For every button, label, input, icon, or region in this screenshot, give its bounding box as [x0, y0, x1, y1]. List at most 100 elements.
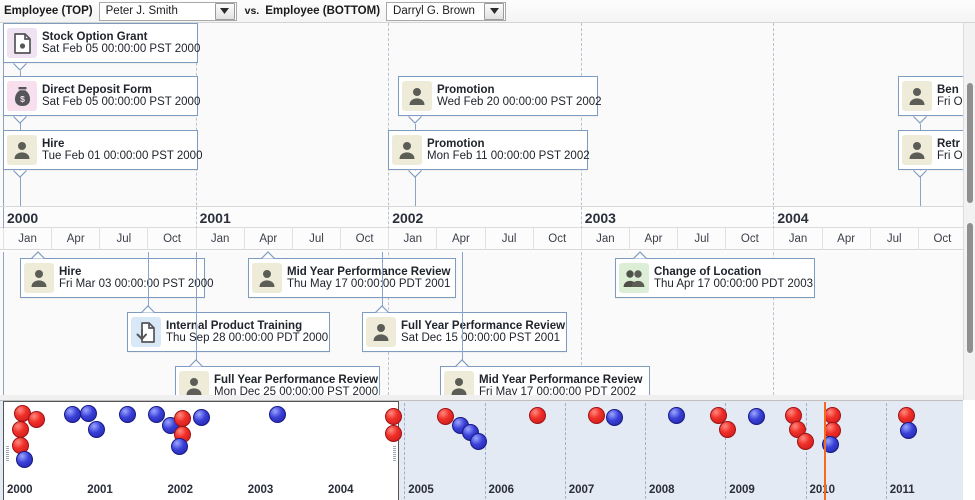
training-icon — [131, 317, 161, 347]
chevron-down-icon[interactable] — [214, 2, 235, 20]
person-icon — [24, 263, 54, 293]
time-axis[interactable]: 2000 2001 2002 2003 2004 Jan Apr Jul Oct Jan Apr J… — [0, 206, 963, 252]
overview-year-label-2004: 2004 — [328, 484, 354, 496]
event-date: Fri Mar 03 00:00:00 PST 2000 — [59, 278, 214, 290]
overview-dot-blue[interactable] — [668, 407, 685, 424]
event-title: Full Year Performance Review — [401, 319, 566, 332]
svg-text:$: $ — [20, 94, 25, 104]
axis-year-label: 2004 — [777, 210, 809, 226]
axis-year-label: 2002 — [392, 210, 424, 226]
event-card-text: Promotion Wed Feb 20 00:00:00 PST 2002 — [437, 84, 602, 108]
event-card[interactable]: Full Year Performance Review Sat Dec 15 0… — [362, 312, 567, 352]
person-icon — [7, 135, 37, 165]
employee-top-select[interactable]: Peter J. Smith — [98, 1, 237, 21]
timeline-comparison-app: Employee (TOP) Peter J. Smith vs. Employ… — [0, 0, 975, 500]
chevron-down-icon[interactable] — [484, 2, 505, 20]
event-title: Hire — [59, 265, 82, 278]
event-card[interactable]: Ben Fri O — [898, 76, 963, 116]
axis-month-2003-Apr: Apr — [628, 228, 677, 250]
event-card[interactable]: Change of Location Thu Apr 17 00:00:00 PD… — [615, 258, 815, 298]
scroll-thumb-upper[interactable] — [967, 83, 973, 203]
overview-dot-blue[interactable] — [900, 422, 917, 439]
card-connector-pointer — [31, 251, 45, 259]
overview-year-label-2008: 2008 — [649, 484, 675, 496]
overview-dot-blue[interactable] — [748, 408, 765, 425]
axis-year-label: 2001 — [199, 210, 231, 226]
event-card-text: Change of Location Thu Apr 17 00:00:00 PD… — [654, 266, 813, 290]
money-bag-icon: $ — [7, 81, 37, 111]
overview-dot-red[interactable] — [385, 408, 402, 425]
overview-dot-blue[interactable] — [193, 409, 210, 426]
event-card[interactable]: Hire Tue Feb 01 00:00:00 PST 2000 — [3, 130, 203, 170]
vertical-scrollbar[interactable] — [963, 23, 975, 400]
card-connector-pointer — [455, 359, 469, 367]
card-connector-pointer — [375, 305, 389, 313]
overview-dot-blue[interactable] — [119, 406, 136, 423]
event-card[interactable]: $ Direct Deposit Form Sat Feb 05 00:00:00 … — [3, 76, 200, 116]
overview-year-label-2003: 2003 — [247, 484, 274, 496]
event-card[interactable]: Hire Fri Mar 03 00:00:00 PST 2000 — [20, 258, 214, 298]
event-card-text: Stock Option Grant Sat Feb 05 00:00:00 PS… — [42, 30, 200, 55]
overview-dot-blue[interactable] — [606, 409, 623, 426]
overview-year-label-2009: 2009 — [729, 484, 755, 496]
employee-bottom-select[interactable]: Darryl G. Brown — [386, 1, 507, 21]
overview-dot-red[interactable] — [797, 433, 814, 450]
axis-month-2001-Oct: Oct — [340, 228, 388, 250]
people-icon — [619, 263, 649, 293]
event-card-text: Promotion Mon Feb 11 00:00:00 PST 2002 — [427, 138, 590, 162]
overview-year-label-2006: 2006 — [488, 484, 515, 496]
event-card-text: Hire Fri Mar 03 00:00:00 PST 2000 — [59, 265, 214, 290]
event-card[interactable]: Retr Fri O — [898, 130, 963, 170]
card-connector-pointer — [13, 63, 27, 71]
brush-handle-right[interactable] — [393, 446, 396, 462]
card-connector-pointer — [261, 251, 275, 259]
card-connector-line — [382, 252, 383, 312]
event-card[interactable]: Promotion Mon Feb 11 00:00:00 PST 2002 — [388, 130, 590, 170]
card-connector-pointer — [189, 359, 203, 367]
overview-dot-red[interactable] — [28, 411, 45, 428]
employee-top-label: Employee (TOP) — [4, 5, 93, 17]
event-card-text: Direct Deposit Form Sat Feb 05 00:00:00 P… — [42, 83, 200, 108]
event-title: Stock Option Grant — [42, 30, 148, 43]
overview-dot-blue[interactable] — [269, 406, 286, 423]
overview-current-marker — [824, 402, 826, 500]
overview-panel[interactable]: 2000 2001 2002 2003 2004 2005 2006 2007 2008 2009… — [0, 400, 963, 500]
overview-dot-red[interactable] — [12, 421, 29, 438]
card-connector-line — [920, 178, 921, 206]
overview-dot-blue[interactable] — [171, 438, 188, 455]
card-connector-line — [148, 252, 149, 312]
overview-dot-red[interactable] — [588, 407, 605, 424]
person-icon — [902, 81, 932, 111]
event-title: Ben — [937, 83, 959, 96]
event-date: Tue Feb 01 00:00:00 PST 2000 — [42, 150, 203, 162]
axis-month-2000-Apr: Apr — [51, 228, 99, 250]
card-connector-pointer — [633, 251, 647, 259]
overview-year-label-2002: 2002 — [167, 484, 194, 496]
event-card[interactable]: Promotion Wed Feb 20 00:00:00 PST 2002 — [398, 76, 602, 116]
overview-dot-blue[interactable] — [16, 451, 33, 468]
brush-handle-left[interactable] — [6, 446, 9, 462]
event-card[interactable]: Mid Year Performance Review Thu May 17 00… — [248, 258, 456, 298]
scroll-thumb-lower[interactable] — [967, 223, 973, 353]
timeline-canvas[interactable]: Stock Option Grant Sat Feb 05 00:00:00 PS… — [0, 23, 963, 400]
overview-dot-blue[interactable] — [80, 405, 97, 422]
axis-month-2000-Jul: Jul — [99, 228, 147, 250]
event-title: Full Year Performance Review — [214, 373, 379, 386]
axis-month-row: Jan Apr Jul Oct Jan Apr Jul Oct Jan Apr Jul Oct Jan A… — [0, 228, 963, 250]
overview-dot-red[interactable] — [385, 425, 402, 442]
overview-dot-red[interactable] — [174, 410, 191, 427]
event-card[interactable]: Stock Option Grant Sat Feb 05 00:00:00 PS… — [3, 23, 200, 63]
event-card[interactable]: Internal Product Training Thu Sep 28 00:0… — [127, 312, 330, 352]
overview-dot-red[interactable] — [719, 421, 736, 438]
event-title: Direct Deposit Form — [42, 83, 152, 96]
axis-year-label: 2000 — [7, 210, 39, 226]
card-connector-line — [196, 252, 197, 366]
card-connector-pointer — [13, 170, 27, 178]
overview-dot-blue[interactable] — [88, 421, 105, 438]
overview-dot-red[interactable] — [529, 407, 546, 424]
card-connector-pointer — [408, 170, 422, 178]
overview-dot-blue[interactable] — [64, 406, 81, 423]
overview-dot-blue[interactable] — [470, 433, 487, 450]
card-connector-line — [20, 178, 21, 206]
axis-month-2001-Jul: Jul — [291, 228, 340, 250]
